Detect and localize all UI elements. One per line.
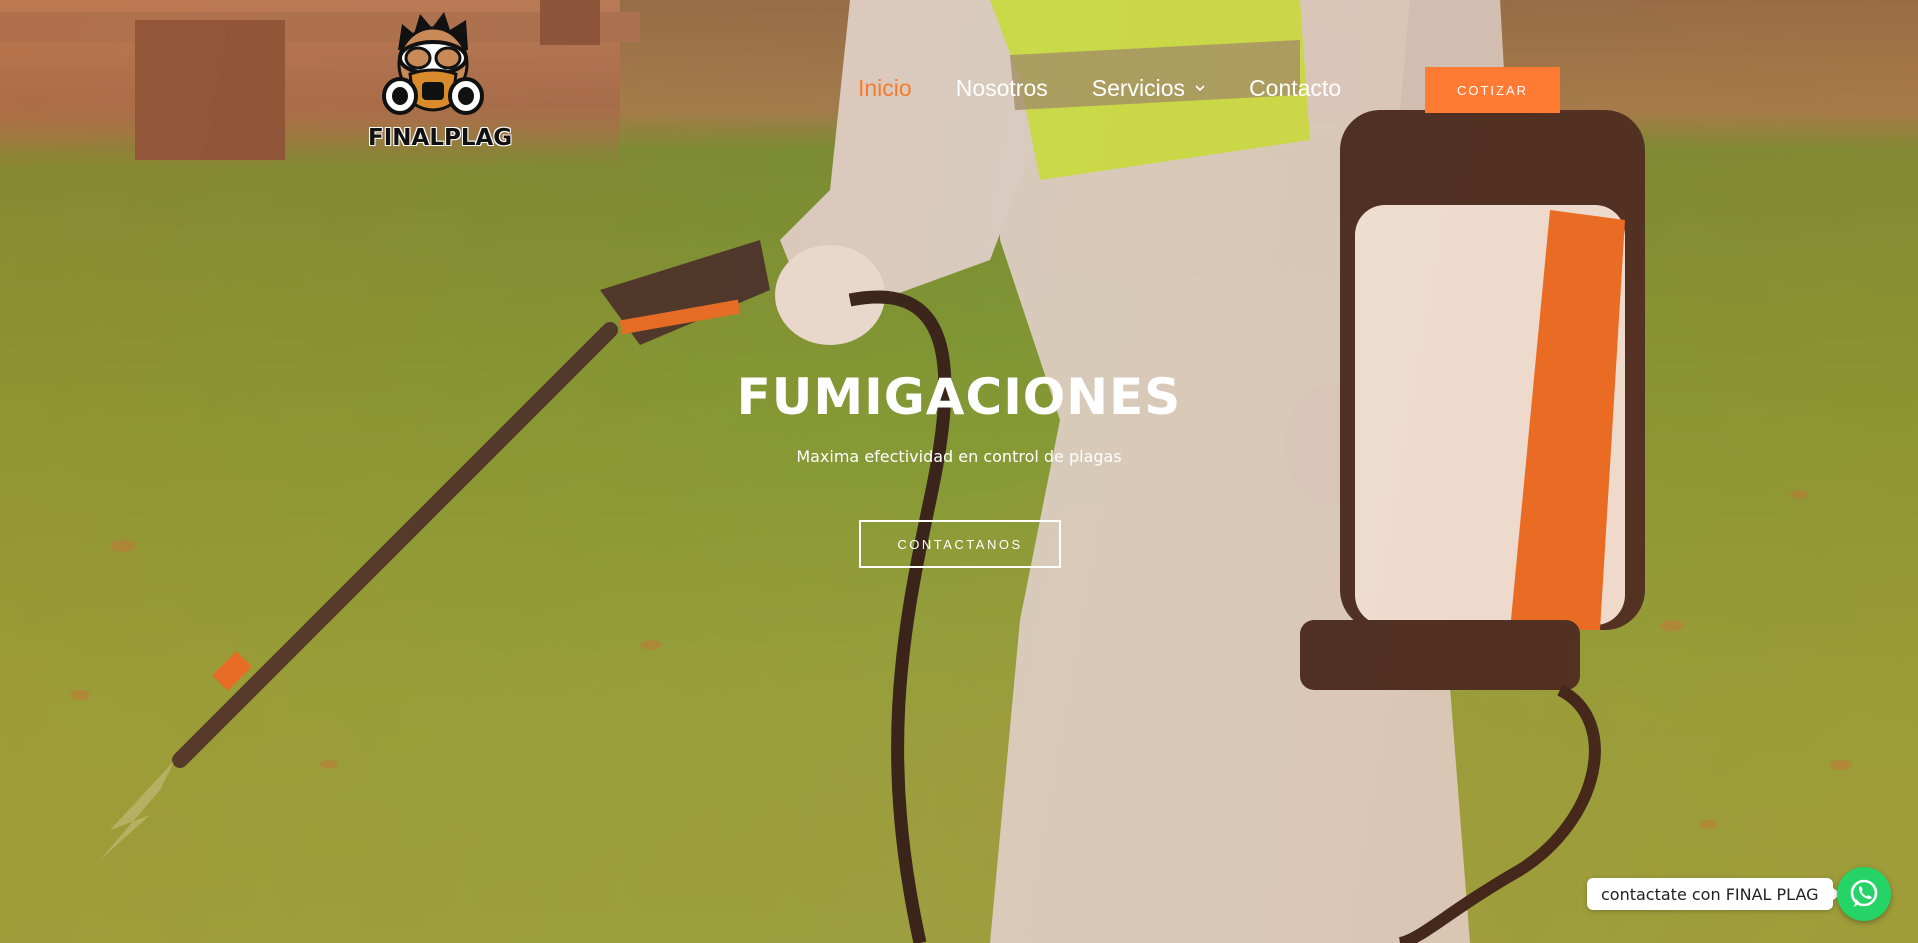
nav-item-nosotros[interactable]: Nosotros — [956, 75, 1048, 102]
logo-text: FINALPLAG — [368, 125, 513, 151]
gas-mask-mascot-icon — [382, 12, 484, 115]
nav-item-label: Servicios — [1091, 74, 1186, 101]
hero-subtitle: Maxima efectividad en control de plagas — [796, 447, 1122, 466]
whatsapp-tooltip[interactable]: contactate con FINAL PLAG — [1587, 878, 1841, 910]
whatsapp-icon — [1850, 879, 1878, 907]
nav-item-label: Nosotros — [955, 74, 1048, 101]
site-logo[interactable]: FINALPLAG — [368, 12, 513, 154]
hero-background — [0, 0, 1918, 943]
cotizar-button[interactable]: COTIZAR — [1425, 67, 1560, 113]
contactanos-button[interactable]: CONTACTANOS — [859, 520, 1061, 568]
hero-title: FUMIGACIONES — [736, 368, 1182, 426]
nav-item-contacto[interactable]: Contacto — [1249, 75, 1341, 102]
main-nav: Inicio Nosotros Servicios Contacto — [858, 68, 1385, 108]
nav-item-servicios[interactable]: Servicios — [1092, 75, 1205, 102]
chevron-down-icon — [1195, 85, 1205, 92]
nav-item-inicio[interactable]: Inicio — [858, 75, 912, 102]
nav-item-label: Inicio — [858, 74, 912, 101]
nav-item-label: Contacto — [1249, 74, 1342, 101]
whatsapp-button[interactable] — [1837, 867, 1891, 921]
